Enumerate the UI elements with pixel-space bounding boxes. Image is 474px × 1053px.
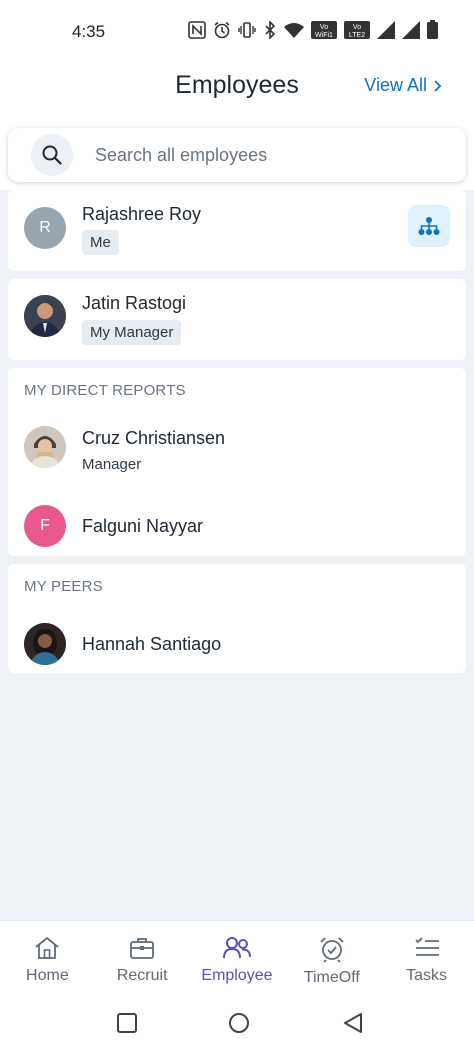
direct-reports-section: MY DIRECT REPORTS Cruz Christiansen Mana… — [8, 368, 466, 556]
nav-label: Recruit — [116, 967, 168, 984]
status-icons: Vo WiFi1 Vo LTE2 — [188, 20, 438, 39]
view-all-link[interactable]: View All — [364, 75, 442, 96]
view-all-label: View All — [364, 75, 427, 95]
battery-icon — [427, 20, 438, 39]
avatar — [24, 295, 66, 337]
avatar — [24, 623, 66, 665]
section-label: MY PEERS — [24, 578, 103, 595]
nav-label: TimeOff — [303, 969, 360, 986]
avatar-initial: R — [39, 219, 51, 236]
nav-label: Tasks — [406, 967, 448, 984]
search-icon-button[interactable] — [31, 134, 73, 176]
nav-employee[interactable]: Employee — [190, 921, 285, 998]
home-button[interactable] — [228, 1012, 250, 1034]
avatar: F — [24, 505, 66, 547]
avatar-initial: F — [40, 517, 50, 534]
employee-role: Manager — [82, 456, 142, 473]
employee-name: Hannah Santiago — [82, 634, 222, 654]
svg-text:Vo: Vo — [320, 24, 328, 31]
nav-label: Home — [26, 967, 69, 984]
person-photo-icon — [24, 295, 66, 337]
vowifi-icon: VoWiFi1 — [311, 20, 337, 39]
avatar — [24, 426, 66, 468]
search-icon — [42, 145, 62, 165]
nav-tasks[interactable]: Tasks — [379, 921, 474, 998]
list-item[interactable]: Hannah Santiago — [8, 616, 466, 672]
bluetooth-icon — [265, 20, 276, 39]
app-header: Employees View All — [0, 62, 474, 120]
briefcase-icon — [130, 938, 155, 959]
home-icon — [35, 936, 59, 959]
me-tag: Me — [82, 230, 119, 255]
nfc-icon — [188, 20, 206, 39]
section-label: MY DIRECT REPORTS — [24, 382, 186, 399]
employee-name: Jatin Rastogi — [82, 293, 187, 313]
nav-recruit[interactable]: Recruit — [95, 921, 190, 998]
manager-tag: My Manager — [82, 320, 182, 345]
employee-name: Cruz Christiansen — [82, 428, 226, 448]
status-time: 4:35 — [72, 22, 106, 41]
svg-text:LTE2: LTE2 — [349, 32, 365, 39]
list-item[interactable]: Cruz Christiansen Manager — [8, 418, 466, 482]
svg-text:WiFi1: WiFi1 — [315, 32, 333, 39]
search-bar[interactable]: Search all employees — [8, 128, 466, 182]
status-bar: 4:35 Vo WiFi1 Vo LTE2 — [0, 0, 474, 62]
alarm-icon — [214, 21, 230, 38]
nav-label: Employee — [201, 967, 273, 984]
back-button[interactable] — [342, 1012, 364, 1034]
recent-apps-button[interactable] — [116, 1012, 138, 1034]
nav-timeoff[interactable]: TimeOff — [284, 921, 379, 998]
system-nav-bar — [0, 998, 474, 1053]
employee-name: Rajashree Roy — [82, 204, 202, 224]
task-list-icon — [414, 937, 439, 956]
me-card[interactable]: R Rajashree Roy Me — [8, 190, 466, 271]
alarm-clock-icon — [320, 937, 344, 963]
signal-icon — [402, 20, 420, 39]
volte-icon: VoLTE2 — [344, 20, 370, 39]
signal-icon — [377, 20, 395, 39]
chevron-right-icon — [434, 79, 442, 92]
employee-name: Falguni Nayyar — [82, 516, 204, 536]
manager-card[interactable]: Jatin Rastogi My Manager — [8, 279, 466, 360]
org-chart-button[interactable] — [408, 205, 450, 247]
person-photo-icon — [24, 623, 66, 665]
wifi-icon — [284, 22, 304, 38]
person-photo-icon — [24, 426, 66, 468]
search-input[interactable]: Search all employees — [95, 145, 267, 166]
svg-text:Vo: Vo — [353, 24, 361, 31]
bottom-nav: Home Recruit Employee TimeOff Tasks — [0, 920, 474, 998]
list-item[interactable]: F Falguni Nayyar — [8, 498, 466, 556]
org-chart-icon — [418, 217, 440, 235]
peers-section: MY PEERS Hannah Santiago — [8, 564, 466, 673]
nav-home[interactable]: Home — [0, 921, 95, 998]
vibrate-icon — [238, 21, 256, 38]
avatar: R — [24, 207, 66, 249]
people-icon — [222, 937, 251, 959]
